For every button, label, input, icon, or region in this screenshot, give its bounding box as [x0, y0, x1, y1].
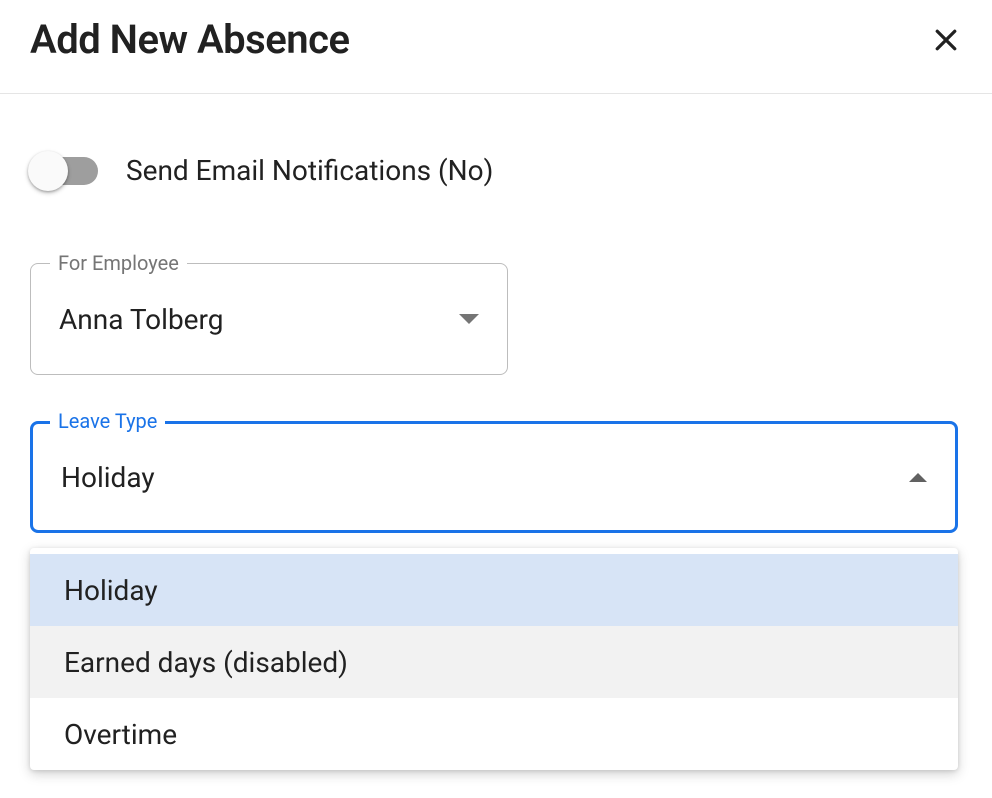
dropdown-option-holiday[interactable]: Holiday [30, 554, 958, 626]
employee-legend: For Employee [50, 251, 187, 275]
leave-type-dropdown: Holiday Earned days (disabled) Overtime [30, 548, 958, 770]
leave-type-value: Holiday [61, 461, 155, 494]
dialog-content: Send Email Notifications (No) For Employ… [0, 94, 992, 533]
employee-select[interactable]: Anna Tolberg [30, 263, 508, 375]
page-title: Add New Absence [30, 16, 350, 63]
leave-type-select[interactable]: Holiday [30, 421, 958, 533]
close-button[interactable] [930, 24, 962, 56]
close-icon [931, 25, 961, 55]
employee-field: For Employee Anna Tolberg [30, 263, 962, 375]
notifications-toggle[interactable] [30, 157, 98, 185]
notifications-label: Send Email Notifications (No) [126, 154, 493, 187]
leave-type-legend: Leave Type [50, 409, 165, 433]
dialog-header: Add New Absence [0, 0, 992, 94]
toggle-knob [28, 151, 68, 191]
dropdown-option-earned-days[interactable]: Earned days (disabled) [30, 626, 958, 698]
notifications-row: Send Email Notifications (No) [30, 154, 962, 187]
leave-type-field: Leave Type Holiday Holiday Earned days (… [30, 421, 962, 533]
dropdown-option-overtime[interactable]: Overtime [30, 698, 958, 770]
chevron-down-icon [459, 314, 479, 324]
employee-value: Anna Tolberg [59, 303, 223, 336]
chevron-up-icon [909, 473, 927, 482]
